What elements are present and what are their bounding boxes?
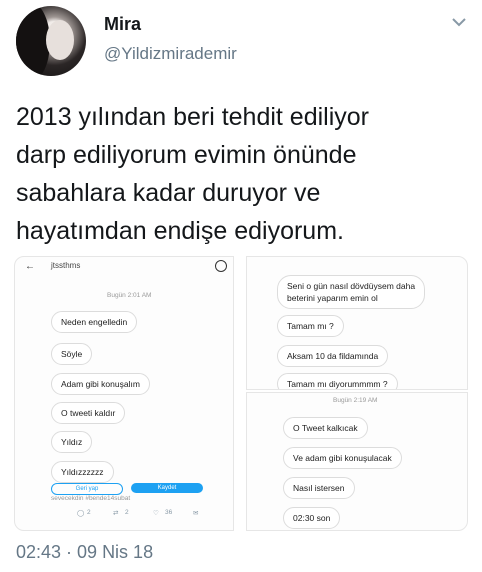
message-bubble: Nasıl istersen — [283, 477, 355, 499]
embedded-tweet-text: sevecekdin #bende14subat — [51, 495, 131, 502]
screenshot-dm-left[interactable]: ← jtssthms Bugün 2:01 AM Neden engelledi… — [14, 256, 234, 531]
back-arrow-icon: ← — [25, 261, 35, 272]
message-bubble: O Tweet kalkıcak — [283, 417, 368, 439]
message-bubble: Yıldız — [51, 431, 93, 453]
dm-header-title: jtssthms — [51, 261, 81, 270]
like-count: 36 — [165, 509, 173, 516]
message-bubble: Söyle — [51, 343, 93, 365]
day-label: Bugün 2:01 AM — [107, 292, 152, 299]
tweet-timestamp[interactable]: 02:43 · 09 Nis 18 — [16, 542, 153, 563]
like-icon: ♡ — [153, 510, 159, 517]
save-button[interactable]: Kaydet — [131, 483, 203, 493]
message-bubble: Tamam mı diyorummmm ? — [277, 373, 398, 389]
screenshot-dm-right-top[interactable]: Seni o gün nasıl dövdüysem daha beterini… — [246, 256, 468, 390]
embedded-tweet-stats: ◯ 2 ⇄ 2 ♡ 36 ✉ — [77, 509, 207, 521]
author-handle[interactable]: @Yildizmirademir — [104, 44, 237, 64]
reply-icon: ◯ — [77, 510, 85, 517]
message-bubble: O tweeti kaldır — [51, 402, 126, 424]
avatar[interactable] — [16, 6, 86, 76]
message-bubble: Tamam mı ? — [277, 315, 344, 337]
message-bubble: Ve adam gibi konuşulacak — [283, 447, 402, 469]
avatar-hair — [16, 6, 50, 76]
message-bubble: Adam gibi konuşalım — [51, 373, 150, 395]
message-bubble: Seni o gün nasıl dövdüysem daha beterini… — [277, 275, 426, 309]
message-bubble: Yıldızzzzzz — [51, 461, 114, 483]
message-bubble: Aksam 10 da fildamında — [277, 345, 389, 367]
info-icon — [215, 260, 227, 272]
day-label: Bugün 2:19 AM — [333, 397, 378, 404]
reply-count: 2 — [87, 509, 91, 516]
screenshot-dm-right-bottom[interactable]: Bugün 2:19 AM O Tweet kalkıcak Ve adam g… — [246, 392, 468, 531]
undo-button[interactable]: Geri yap — [51, 483, 123, 495]
message-bubble: Neden engelledin — [51, 311, 138, 333]
mail-icon: ✉ — [193, 510, 199, 517]
retweet-icon: ⇄ — [113, 510, 119, 517]
avatar-face — [46, 20, 74, 60]
chevron-down-icon[interactable] — [451, 14, 467, 30]
message-bubble: 02:30 son — [283, 507, 341, 529]
tweet-text: 2013 yılından beri tehdit ediliyor darp … — [16, 103, 370, 245]
author-name[interactable]: Mira — [104, 14, 141, 35]
retweet-count: 2 — [125, 509, 129, 516]
